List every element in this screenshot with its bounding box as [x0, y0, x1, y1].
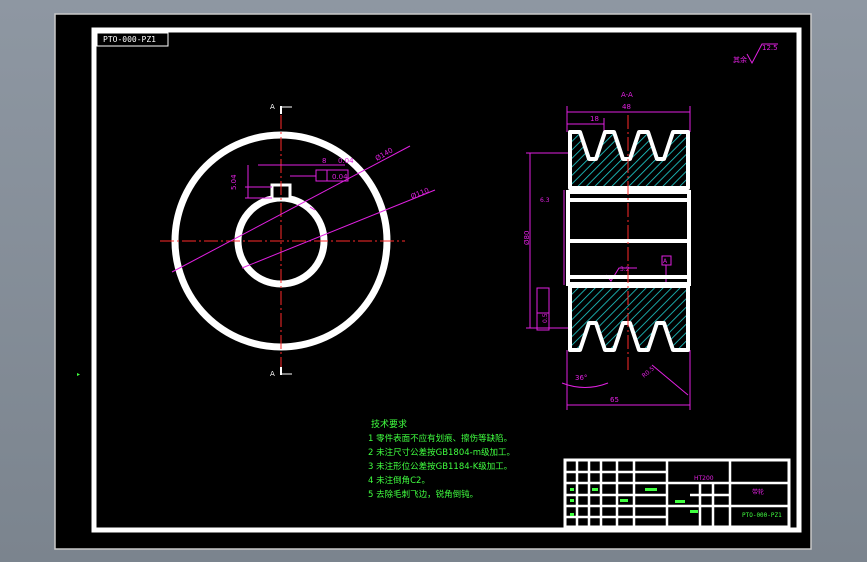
note-item-1: 1 零件表面不应有划痕、擦伤等缺陷。 [368, 433, 512, 444]
section-mark-top-label: A [270, 103, 275, 111]
note-item-3: 3 未注形位公差按GB1184-K级加工。 [368, 461, 512, 472]
dim-tolerance-b: 0.04 [332, 173, 348, 181]
dim-groove-pitch: 18 [590, 115, 599, 123]
dim-groove-angle: 36° [575, 374, 587, 382]
title-material: HT200 [694, 475, 714, 482]
section-mark-bottom-label: A [270, 370, 275, 378]
note-item-5: 5 去除毛刺飞边，锐角倒钝。 [368, 489, 478, 500]
title-part-name: 带轮 [752, 488, 764, 496]
title-block: HT200 带轮 PTO-000-PZ1 [563, 458, 791, 529]
dim-key-depth: 5.04 [230, 174, 238, 190]
cad-viewport[interactable]: PTO-000-PZ1 其余 12.5 ▸ A A 8 0.04 0.04 5.… [0, 0, 867, 562]
engineering-drawing-canvas[interactable]: PTO-000-PZ1 其余 12.5 ▸ A A 8 0.04 0.04 5.… [0, 0, 867, 562]
side-marker-icon: ▸ [77, 371, 80, 378]
note-item-4: 4 未注倒角C2。 [368, 475, 430, 486]
roughness-general-value: 12.5 [762, 44, 778, 52]
dim-key-width: 8 [322, 157, 326, 165]
dim-rough-groove: 6.3 [540, 197, 550, 204]
notes-title: 技术要求 [371, 418, 407, 430]
dim-total-width: 65 [610, 396, 619, 404]
dim-face-width: 48 [622, 103, 631, 111]
drawing-number-label: PTO-000-PZ1 [103, 35, 156, 44]
title-drawing-no: PTO-000-PZ1 [742, 512, 782, 519]
dim-edge: 0.5 [542, 313, 549, 323]
dim-bore-diameter: Ø80 [523, 231, 531, 245]
dim-tolerance-a: 0.04 [338, 157, 354, 165]
roughness-other-label: 其余 [733, 55, 747, 64]
note-item-2: 2 未注尺寸公差按GB1804-m级加工。 [368, 447, 515, 458]
section-view-title: A-A [621, 91, 633, 99]
